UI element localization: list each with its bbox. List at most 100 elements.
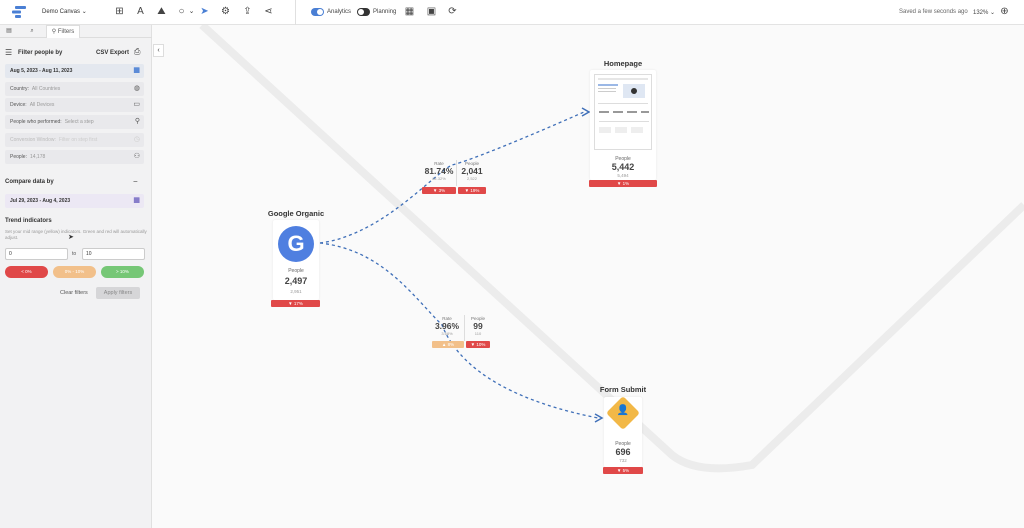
app-logo-icon[interactable] [12,5,28,19]
globe-icon: ◍ [133,85,140,92]
clear-filters-button[interactable]: Clear filters [60,290,88,296]
analytics-toggle[interactable] [311,8,324,16]
save-status: Saved a few seconds ago [899,9,968,15]
devices-icon: ▭ [133,101,140,108]
performed-value: Select a step [64,119,94,125]
add-element-icon[interactable]: ⊞ [114,6,125,17]
trend-pill-red: < 0% [5,266,48,278]
trend-pill-green: > 10% [101,266,144,278]
conversion-window-select: Conversion Window: Filter on step first ◷ [5,133,144,147]
calendar-icon: ▦ [133,67,140,74]
zoom-value: 132% [973,10,989,16]
settings-cog-icon[interactable]: ⚙ [220,6,231,17]
image-tool-icon[interactable]: ⛰ [156,6,167,17]
metric-divider [464,315,465,341]
people-value: 5,442 [611,162,635,172]
analytics-label: Analytics [327,9,352,15]
date-range-field[interactable]: Aug 5, 2023 - Aug 11, 2023 ▦ [5,64,144,78]
change-badge: ▼ 5% [603,467,643,474]
device-value: All Devices [29,102,55,108]
sidebar-tabs: ▤ ⌕ ⚲ Filters [0,25,152,38]
mouse-cursor-icon: ➤ [68,234,74,241]
google-organic-node[interactable]: G People 2,497 2,951 [273,220,319,300]
trend-note: Set your mid range (yellow) indicators. … [5,229,147,240]
compare-range-value: Jul 29, 2023 - Aug 4, 2023 [10,198,71,204]
link-people-form[interactable]: People 99 110 [466,316,490,336]
rate-value: 3.96% [434,321,460,331]
export-icon[interactable]: ⇪ [242,6,253,17]
zoom-level-dropdown[interactable]: 132% ⌄ [973,9,995,16]
chevron-down-icon[interactable]: ⌄ [186,6,197,17]
filter-tab-icon: ⚲ [51,29,57,35]
change-badge: ▼ 1% [589,180,657,187]
range-to-input[interactable]: 10 [82,248,145,260]
previous-value: 732 [619,458,627,463]
pointer-tool-icon[interactable]: ➤ [199,6,210,17]
rate-change-badge: ▼ 3% [422,187,456,194]
country-label: Country: [10,86,29,92]
tab-search[interactable]: ⌕ [22,25,42,38]
people-value: 2,041 [461,166,483,176]
compare-title: Compare data by [5,179,54,185]
google-logo-icon: G [278,226,314,262]
performed-step-select[interactable]: People who performed: Select a step ⚲ [5,115,144,129]
device-select[interactable]: Device: All Devices ▭ [5,98,144,112]
change-badge: ▼ 17% [271,300,320,307]
country-value: All Countries [31,86,61,92]
filter-title: Filter people by [18,50,63,56]
tab-pages[interactable]: ▤ [0,25,18,38]
tab-filters[interactable]: ⚲ Filters [46,25,80,38]
link-rate-homepage[interactable]: Rate 81.74% 84.32% [424,161,454,181]
rate-value: 81.74% [424,166,454,176]
trend-title: Trend indicators [5,218,52,224]
people-change-badge: ▼ 10% [466,341,490,348]
sync-icon[interactable]: ⟳ [447,6,458,17]
globe-icon[interactable]: ⊕ [999,6,1010,17]
text-tool-icon[interactable]: A [135,6,146,17]
people-value: 99 [473,321,483,331]
canvas-name-label: Demo Canvas [42,9,81,15]
previous-value: 2,951 [290,289,302,294]
clock-icon: ◷ [133,136,140,143]
google-node-title: Google Organic [267,209,325,218]
sliders-icon: ☰ [5,48,13,57]
collapse-minus-icon[interactable]: − [133,177,138,186]
compare-date-field[interactable]: Jul 29, 2023 - Aug 4, 2023 ▦ [5,194,144,208]
share-icon[interactable]: ⋖ [263,6,274,17]
tab-filters-label: Filters [57,29,75,35]
people-value: 696 [615,447,631,457]
calendar-icon[interactable]: ▣ [426,6,437,17]
planning-toggle[interactable] [357,8,370,16]
canvas-name-dropdown[interactable]: Demo Canvas ⌄ [42,8,87,15]
apply-filters-button[interactable]: Apply filters [96,287,140,299]
homepage-node-title: Homepage [603,59,643,68]
location-pin-icon: ⚲ [134,118,140,125]
dashboard-icon[interactable]: ▦ [404,6,415,17]
country-select[interactable]: Country: All Countries ◍ [5,82,144,96]
previous-value: 5,494 [617,173,629,178]
date-range-value: Aug 5, 2023 - Aug 11, 2023 [10,68,73,74]
form-submit-node[interactable]: 👤 People 696 732 [604,396,642,467]
calendar-icon: ▦ [133,197,140,204]
performed-label: People who performed: [10,119,62,125]
device-label: Device: [10,102,27,108]
metric-divider [456,160,457,186]
rate-previous: 3.68% [441,331,453,336]
link-rate-form[interactable]: Rate 3.96% 3.68% [432,316,462,336]
top-toolbar: Demo Canvas ⌄ ⊞ A ⛰ ○ ⌄ ➤ ⚙ ⇪ ⋖ Analytic… [0,0,1024,25]
chevron-down-icon: ⌄ [81,9,87,15]
csv-export-button[interactable]: CSV Export [96,50,129,56]
people-label: People: [10,154,27,160]
range-from-input[interactable]: 0 [5,248,68,260]
printer-icon[interactable]: ⎙ [134,47,140,57]
conversion-value: Filter on step first [58,137,98,143]
form-node-title: Form Submit [599,385,647,394]
toolbar-divider [295,0,296,25]
rate-previous: 84.32% [432,176,446,181]
homepage-node[interactable]: People 5,442 5,494 [590,70,656,180]
trend-pill-amber: 0% - 10% [53,266,96,278]
link-people-homepage[interactable]: People 2,041 2,522 [458,161,486,181]
user-icon: 👤 [616,405,630,416]
range-to-label: to [72,251,77,257]
filter-sidebar: ▤ ⌕ ⚲ Filters ☰ Filter people by CSV Exp… [0,25,152,528]
